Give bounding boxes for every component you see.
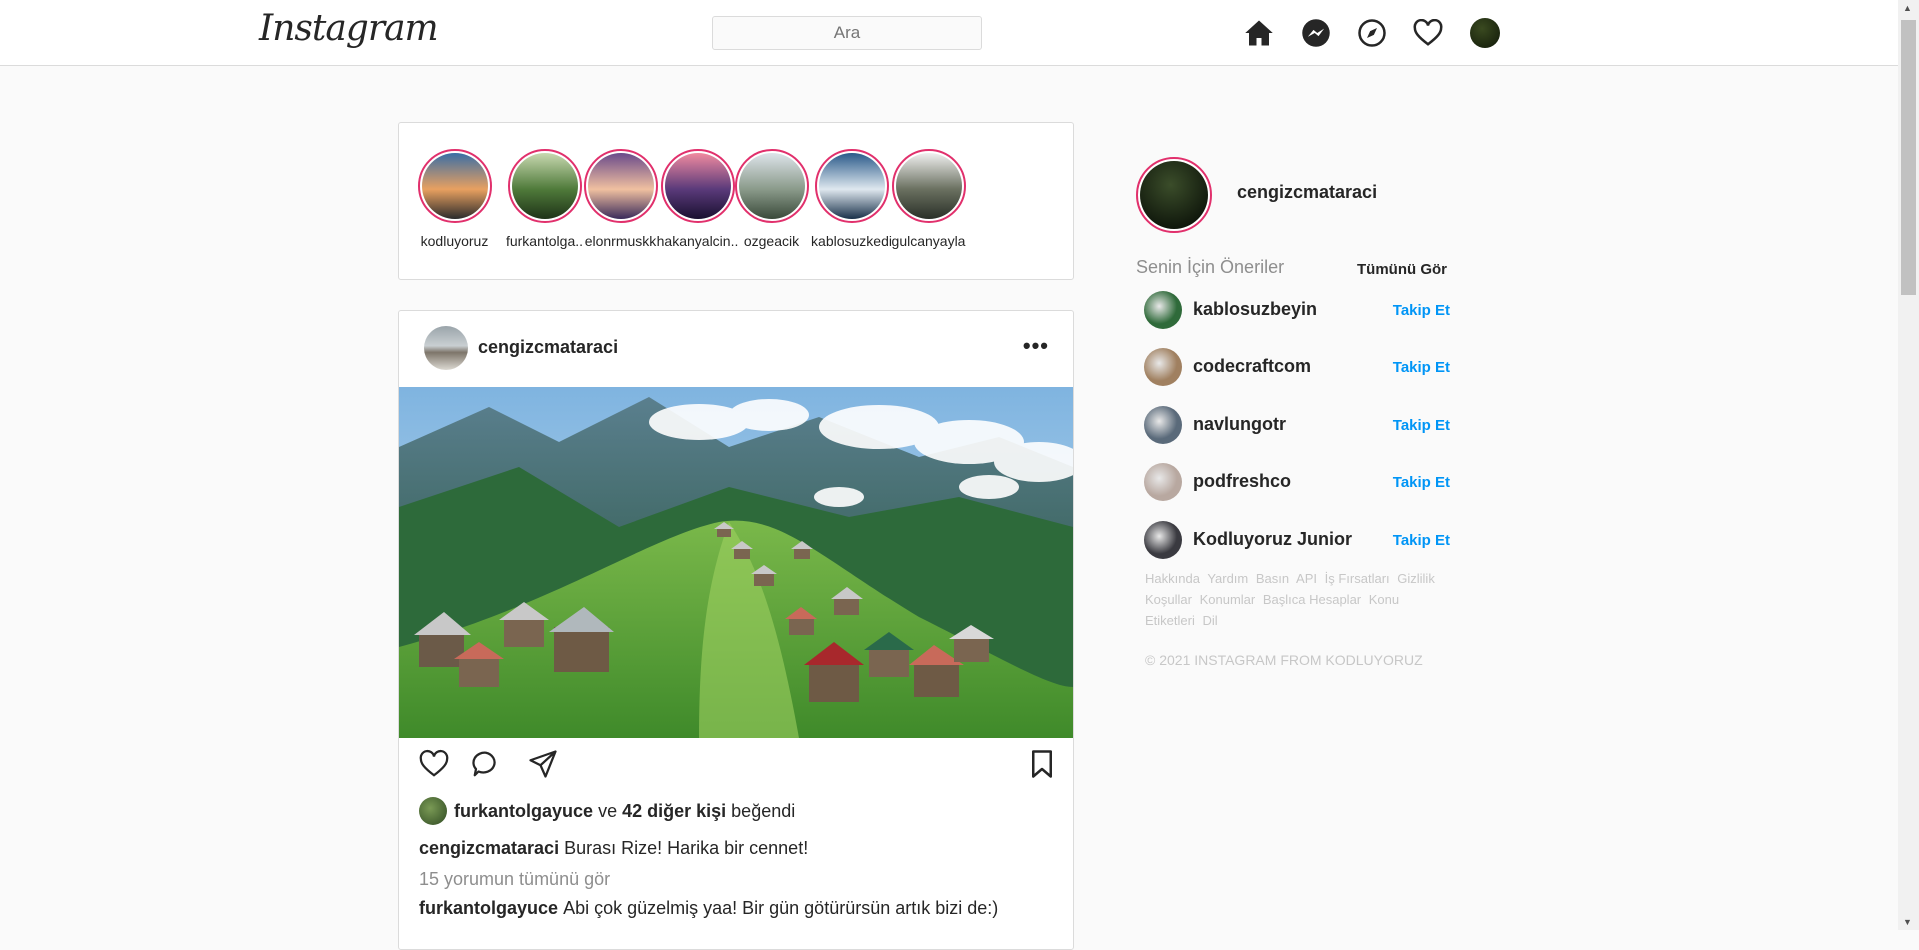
suggestion-row: podfreshco Takip Et (1144, 463, 1450, 503)
footer-link[interactable]: Yardım (1207, 571, 1248, 586)
footer-link[interactable]: Dil (1202, 613, 1217, 628)
follow-button[interactable]: Takip Et (1393, 417, 1450, 434)
more-options-icon[interactable]: ••• (1023, 333, 1049, 359)
suggestion-avatar[interactable] (1144, 406, 1182, 444)
follow-button[interactable]: Takip Et (1393, 474, 1450, 491)
suggestion-avatar[interactable] (1144, 348, 1182, 386)
instagram-logo[interactable]: Instagram (259, 8, 439, 49)
post-author-username[interactable]: cengizcmataraci (478, 337, 618, 358)
suggestion-row: codecraftcom Takip Et (1144, 348, 1450, 388)
post-author-avatar[interactable] (424, 326, 468, 370)
home-icon[interactable] (1242, 16, 1276, 50)
likes-others-count[interactable]: 42 diğer kişi (622, 801, 726, 822)
footer-link[interactable]: API (1296, 571, 1317, 586)
scroll-thumb[interactable] (1901, 20, 1916, 295)
post-actions (399, 749, 1073, 789)
caption-username[interactable]: cengizcmataraci (419, 838, 559, 858)
share-paper-plane-icon[interactable] (528, 749, 558, 784)
caption-text: Burası Rize! Harika bir cennet! (564, 838, 809, 858)
see-all-link[interactable]: Tümünü Gör (1357, 261, 1447, 278)
suggestion-username[interactable]: navlungotr (1193, 414, 1286, 435)
suggestion-avatar[interactable] (1144, 463, 1182, 501)
footer-link[interactable]: Başlıca Hesaplar (1263, 592, 1361, 607)
story-avatar[interactable] (895, 153, 962, 219)
story-avatar[interactable] (818, 153, 885, 219)
follow-button[interactable]: Takip Et (1393, 532, 1450, 549)
like-heart-icon[interactable] (419, 749, 449, 784)
story-avatar-ring[interactable] (734, 149, 809, 223)
suggestion-avatar[interactable] (1144, 521, 1182, 559)
bookmark-icon[interactable] (1029, 749, 1055, 784)
suggestions-title: Senin İçin Öneriler (1136, 257, 1285, 277)
likes-summary: furkantolgayuce ve 42 diğer kişi beğendi (419, 797, 795, 825)
likes-suffix: beğendi (731, 800, 796, 821)
footer-link[interactable]: İş Fırsatları (1325, 571, 1390, 586)
top-navbar: Instagram (0, 0, 1898, 66)
story-item[interactable]: kodluyoruz (407, 149, 502, 249)
copyright: © 2021 INSTAGRAM FROM KODLUYORUZ (1145, 652, 1423, 668)
story-item[interactable]: gulcanyayla (881, 149, 976, 249)
suggestion-username[interactable]: podfreshco (1193, 471, 1291, 492)
profile-avatar[interactable] (1468, 16, 1502, 50)
suggestion-username[interactable]: kablosuzbeyin (1193, 299, 1317, 320)
footer-link[interactable]: Hakkında (1145, 571, 1200, 586)
scrollbar[interactable]: ▲ ▼ (1898, 0, 1919, 930)
post-caption: cengizcmataraci Burası Rize! Harika bir … (419, 838, 808, 859)
post-image[interactable] (399, 387, 1073, 738)
suggestion-row: Kodluyoruz Junior Takip Et (1144, 521, 1450, 561)
footer-link[interactable]: Gizlilik (1397, 571, 1435, 586)
story-avatar[interactable] (587, 153, 654, 219)
search-input[interactable] (712, 16, 982, 50)
suggestion-username[interactable]: Kodluyoruz Junior (1193, 529, 1352, 550)
follow-button[interactable]: Takip Et (1393, 359, 1450, 376)
heart-icon[interactable] (1411, 16, 1445, 50)
view-all-comments-link[interactable]: 15 yorumun tümünü gör (419, 869, 610, 890)
footer-link[interactable]: Konumlar (1200, 592, 1256, 607)
explore-icon[interactable] (1355, 16, 1389, 50)
suggestion-row: navlungotr Takip Et (1144, 406, 1450, 446)
suggestion-row: kablosuzbeyin Takip Et (1144, 291, 1450, 331)
story-avatar[interactable] (664, 153, 731, 219)
stories-bar: kodluyoruz furkantolga.. elonrmuskk hakanya… (398, 122, 1074, 280)
sidebar-profile-avatar[interactable] (1136, 157, 1212, 233)
post-header: cengizcmataraci ••• (399, 311, 1073, 387)
comment-username[interactable]: furkantolgayuce (419, 898, 558, 918)
comment-icon[interactable] (471, 749, 501, 784)
story-avatar[interactable] (511, 153, 578, 219)
story-username[interactable]: kodluyoruz (407, 233, 502, 249)
suggestion-avatar[interactable] (1144, 291, 1182, 329)
likes-connector: ve (598, 800, 618, 821)
footer-link[interactable]: Basın (1256, 571, 1289, 586)
story-avatar-ring[interactable] (583, 149, 658, 223)
comment-text: Abi çok güzelmiş yaa! Bir gün götürürsün… (563, 898, 999, 918)
suggestion-username[interactable]: codecraftcom (1193, 356, 1311, 377)
footer-link[interactable]: Koşullar (1145, 592, 1192, 607)
comment: furkantolgayuce Abi çok güzelmiş yaa! Bi… (419, 898, 998, 919)
feed-post: cengizcmataraci ••• furkantolgayuce ve 4… (398, 310, 1074, 950)
story-avatar-ring[interactable] (417, 149, 492, 223)
sidebar-username[interactable]: cengizcmataraci (1237, 182, 1377, 203)
footer-links: Hakkında Yardım Basın API İş Fırsatları … (1145, 568, 1445, 631)
story-username[interactable]: gulcanyayla (881, 233, 976, 249)
liker-username[interactable]: furkantolgayuce (454, 801, 593, 822)
scroll-up-arrow-icon[interactable]: ▲ (1903, 3, 1912, 13)
follow-button[interactable]: Takip Et (1393, 302, 1450, 319)
liker-avatar[interactable] (419, 797, 447, 825)
scroll-down-arrow-icon[interactable]: ▼ (1903, 917, 1912, 927)
story-avatar[interactable] (421, 153, 488, 219)
story-avatar[interactable] (738, 153, 805, 219)
story-avatar-ring[interactable] (507, 149, 582, 223)
story-avatar-ring[interactable] (891, 149, 966, 223)
story-avatar-ring[interactable] (814, 149, 889, 223)
messenger-icon[interactable] (1299, 16, 1333, 50)
